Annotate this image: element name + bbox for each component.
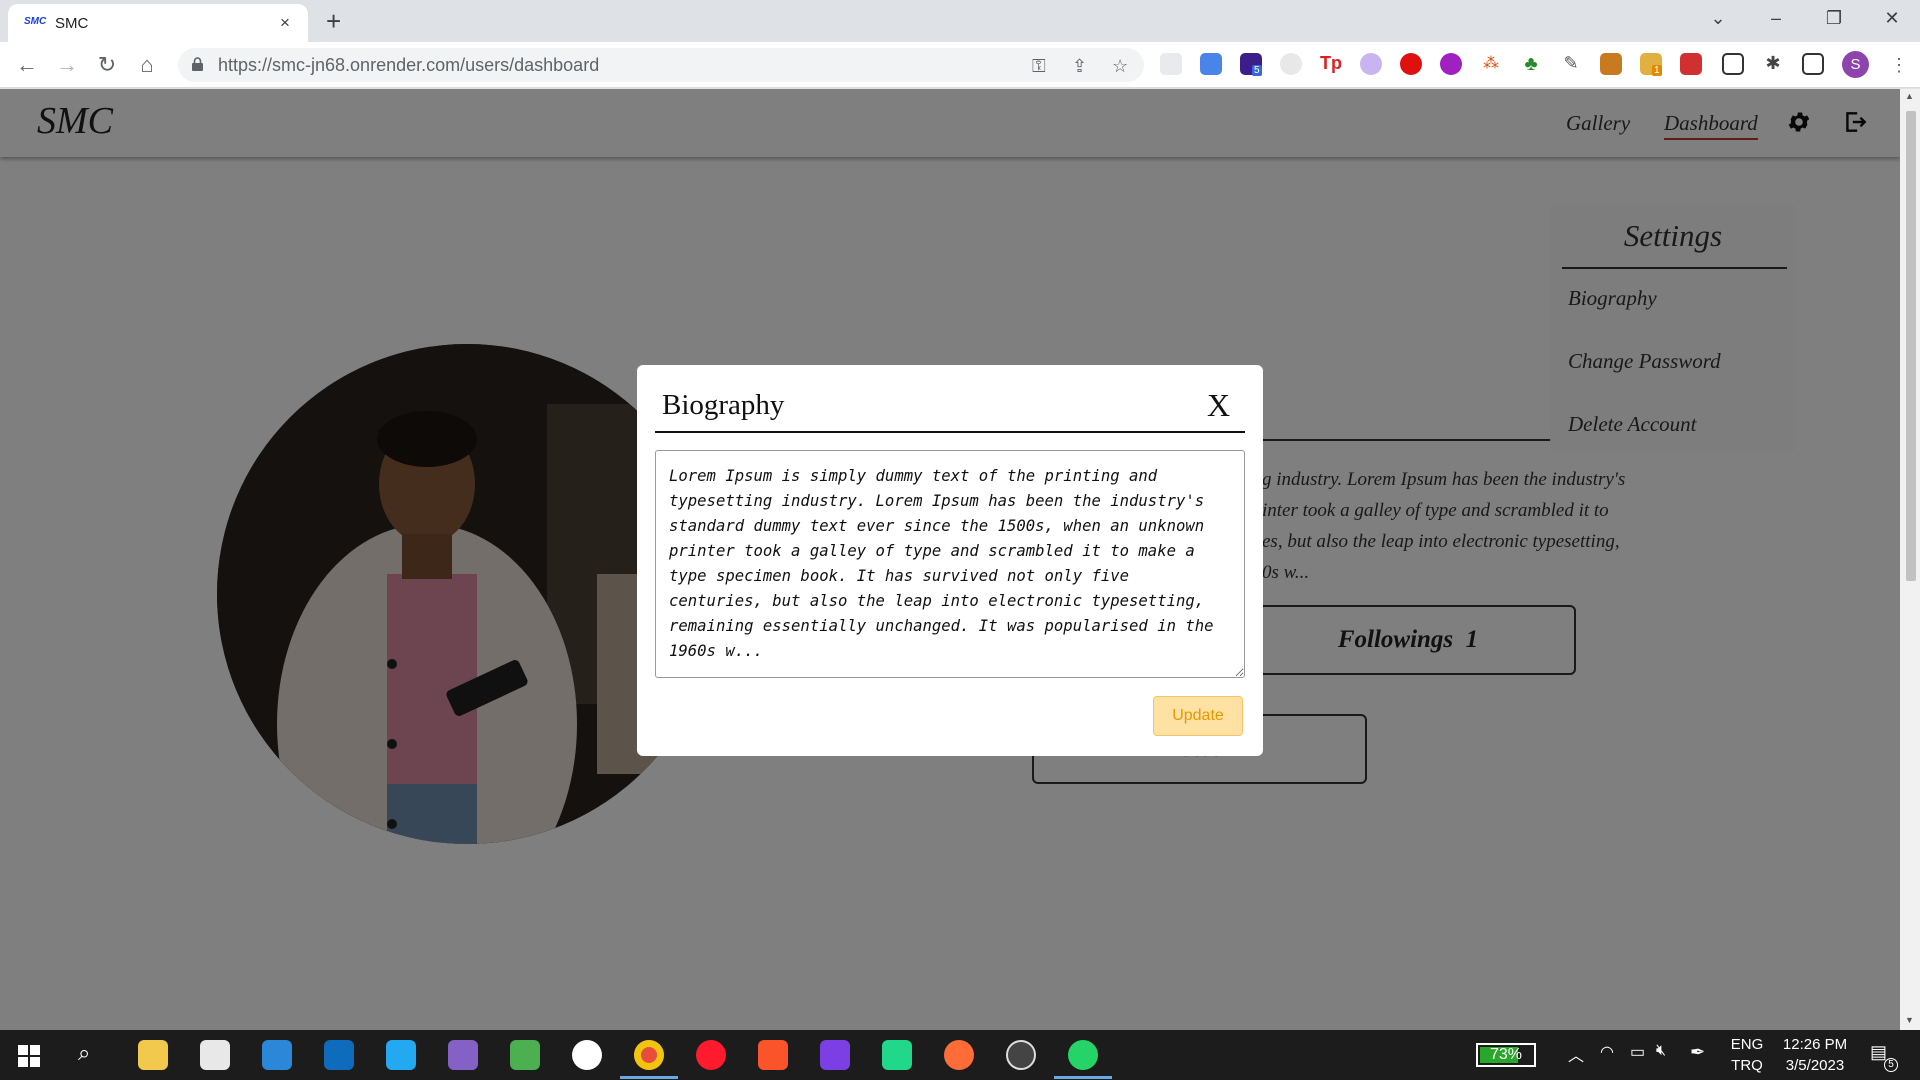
url-text: https://smc-jn68.onrender.com/users/dash… — [218, 55, 600, 75]
eyedropper-extension-icon[interactable]: ✎ — [1560, 53, 1582, 75]
language-top[interactable]: ENG — [1724, 1036, 1770, 1053]
tree-extension-icon[interactable]: ♣ — [1520, 53, 1542, 75]
browser-toolbar: ← → ↻ ⌂ https://smc-jn68.onrender.com/us… — [0, 42, 1920, 88]
wifi-icon[interactable]: ◠ — [1600, 1042, 1614, 1062]
biography-modal: Biography X Lorem Ipsum is simply dummy … — [637, 365, 1263, 756]
google-translate-icon[interactable] — [1200, 53, 1222, 75]
outlook-icon[interactable] — [324, 1040, 354, 1070]
gpu-extension-icon[interactable]: 1 — [1640, 53, 1662, 76]
restore-icon[interactable]: ❐ — [1822, 8, 1846, 32]
whatsapp-icon[interactable] — [1068, 1040, 1098, 1070]
visual-studio-icon[interactable] — [448, 1040, 478, 1070]
mongodb-compass-icon[interactable] — [572, 1040, 602, 1070]
back-icon[interactable]: ← — [12, 50, 42, 80]
battery-percent: 73% — [1489, 1046, 1523, 1063]
notification-count: 5 — [1884, 1058, 1898, 1072]
clock-time[interactable]: 12:26 PM — [1770, 1036, 1860, 1053]
tab-title: SMC — [55, 15, 89, 32]
minimize-icon[interactable]: – — [1764, 8, 1788, 32]
opera-icon[interactable] — [696, 1040, 726, 1070]
update-button[interactable]: Update — [1153, 696, 1243, 736]
chrome-active-indicator — [620, 1076, 678, 1079]
microsoft-store-icon[interactable] — [200, 1040, 230, 1070]
tp-extension-icon[interactable]: Tp — [1320, 53, 1342, 75]
circle-extension-icon[interactable] — [1280, 53, 1302, 75]
language-bottom[interactable]: TRQ — [1724, 1057, 1770, 1074]
modal-divider — [655, 431, 1245, 433]
clock-date[interactable]: 3/5/2023 — [1770, 1057, 1860, 1074]
extension-blank-icon[interactable] — [1160, 53, 1182, 75]
profile-avatar[interactable]: S — [1842, 51, 1869, 78]
show-hidden-icons-icon[interactable]: ︿ — [1568, 1042, 1584, 1066]
opera-extension-icon[interactable] — [1400, 53, 1422, 75]
scroll-up-icon[interactable]: ▲ — [1905, 91, 1914, 101]
side-panel-icon[interactable] — [1802, 53, 1824, 75]
tools-app-icon[interactable] — [510, 1040, 540, 1070]
close-window-icon[interactable]: ✕ — [1880, 8, 1904, 32]
forward-icon[interactable]: → — [52, 50, 82, 80]
extension-badge: 5 — [1252, 65, 1262, 76]
battery-indicator[interactable]: 73% — [1476, 1043, 1536, 1067]
modal-close-button[interactable]: X — [1207, 387, 1230, 424]
vscode-icon[interactable] — [386, 1040, 416, 1070]
windows-start-icon[interactable] — [18, 1045, 40, 1067]
extension-badge: 1 — [1652, 65, 1662, 76]
scroll-down-icon[interactable]: ▼ — [1905, 1015, 1914, 1025]
red-extension-icon[interactable] — [1680, 53, 1702, 75]
people-extension-icon[interactable]: ⁂ — [1480, 53, 1502, 75]
share-icon[interactable]: ⇪ — [1072, 56, 1087, 77]
search-icon[interactable]: ⌕ — [78, 1040, 90, 1066]
picture-in-picture-icon[interactable] — [1722, 53, 1744, 75]
graduation-cap-extension-icon[interactable]: 5 — [1240, 53, 1262, 76]
whatsapp-active-indicator — [1054, 1076, 1112, 1079]
mute-icon[interactable]: 🔇︎ — [1656, 1042, 1666, 1060]
play-extension-icon[interactable] — [1360, 53, 1382, 75]
pycharm-icon[interactable] — [882, 1040, 912, 1070]
bookmark-star-icon[interactable]: ☆ — [1112, 56, 1128, 77]
mail-icon[interactable] — [262, 1040, 292, 1070]
extensions-puzzle-icon[interactable]: ✱ — [1762, 53, 1784, 75]
address-bar[interactable]: https://smc-jn68.onrender.com/users/dash… — [178, 48, 1144, 82]
brave-icon[interactable] — [758, 1040, 788, 1070]
browser-tab-smc[interactable]: SMC SMC × — [8, 4, 308, 42]
scroll-thumb[interactable] — [1906, 111, 1916, 581]
modal-title: Biography — [662, 389, 785, 421]
lock-icon — [192, 57, 203, 71]
chrome-icon[interactable] — [634, 1040, 664, 1070]
home-icon[interactable]: ⌂ — [132, 50, 162, 80]
obs-icon[interactable] — [1006, 1040, 1036, 1070]
tab-close-icon[interactable]: × — [280, 13, 290, 33]
key-icon[interactable]: ⚿ — [1032, 56, 1046, 77]
brown-extension-icon[interactable] — [1600, 53, 1622, 75]
tab-search-icon[interactable]: ⌄ — [1706, 8, 1730, 32]
biography-textarea[interactable]: Lorem Ipsum is simply dummy text of the … — [655, 450, 1245, 678]
postman-icon[interactable] — [944, 1040, 974, 1070]
intellij-icon[interactable] — [820, 1040, 850, 1070]
battery-tray-icon[interactable]: ▭ — [1630, 1042, 1645, 1062]
browser-tab-strip: SMC SMC × + ⌄ – ❐ ✕ — [0, 0, 1920, 42]
file-explorer-icon[interactable] — [138, 1040, 168, 1070]
reload-icon[interactable]: ↻ — [92, 50, 122, 80]
browser-menu-icon[interactable]: ⋮ — [1884, 50, 1914, 80]
page-scrollbar[interactable]: ▲ ▼ — [1900, 89, 1920, 1030]
windows-taskbar: ⌕ 73% ︿ ◠ ▭ 🔇︎ ✒ ENG TRQ 12:26 PM 3/5/20… — [0, 1030, 1920, 1080]
pen-icon[interactable]: ✒ — [1690, 1042, 1705, 1063]
tab-favicon: SMC — [24, 16, 47, 27]
page-viewport: SMC Gallery Dashboard Settings Biography… — [0, 89, 1900, 1030]
new-tab-button[interactable]: + — [326, 6, 341, 37]
purple-extension-icon[interactable] — [1440, 53, 1462, 75]
